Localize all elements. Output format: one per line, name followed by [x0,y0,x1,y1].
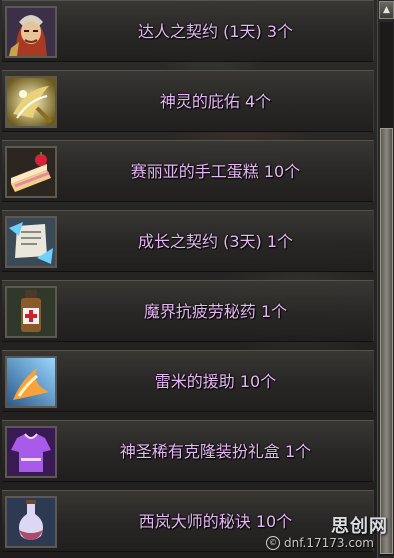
list-item[interactable]: 神灵的庇佑 4个 [2,70,374,132]
item-name: 成长之契约 (3天) 1个 [137,232,294,251]
item-name: 雷米的援助 10个 [154,372,277,391]
scrollbar[interactable]: ▲ [377,0,394,558]
list-item[interactable]: 魔界抗疲劳秘药 1个 [2,280,374,342]
golden-blessing-icon [5,76,57,128]
list-item[interactable]: 赛丽亚的手工蛋糕 10个 [2,140,374,202]
scroll-up-arrow-icon[interactable]: ▲ [379,1,394,19]
item-name: 赛丽亚的手工蛋糕 10个 [130,162,301,181]
list-item[interactable]: 达人之契约 (1天) 3个 [2,0,374,62]
list-item[interactable]: 雷米的援助 10个 [2,350,374,412]
medicine-bottle-icon [5,286,57,338]
contract-scroll-icon [5,216,57,268]
item-name: 神圣稀有克隆装扮礼盒 1个 [119,442,312,461]
flame-aid-icon [5,356,57,408]
watermark: © dnf.17173.com [265,530,374,556]
item-reward-list: 达人之契约 (1天) 3个 神灵的庇佑 4个 赛丽亚的手工蛋糕 10个 成长之契… [0,0,376,558]
scroll-thumb[interactable] [380,128,393,554]
item-name: 达人之契约 (1天) 3个 [137,22,294,41]
item-name: 神灵的庇佑 4个 [159,92,272,111]
cake-icon [5,146,57,198]
list-item[interactable]: 神圣稀有克隆装扮礼盒 1个 [2,420,374,482]
purple-outfit-box-icon [5,426,57,478]
warrior-portrait-icon [5,6,57,58]
potion-flask-icon [5,496,57,548]
item-name: 魔界抗疲劳秘药 1个 [143,302,288,321]
watermark-circle-icon: © [265,536,280,550]
list-item[interactable]: 成长之契约 (3天) 1个 [2,210,374,272]
watermark-url: dnf.17173.com [283,536,374,550]
